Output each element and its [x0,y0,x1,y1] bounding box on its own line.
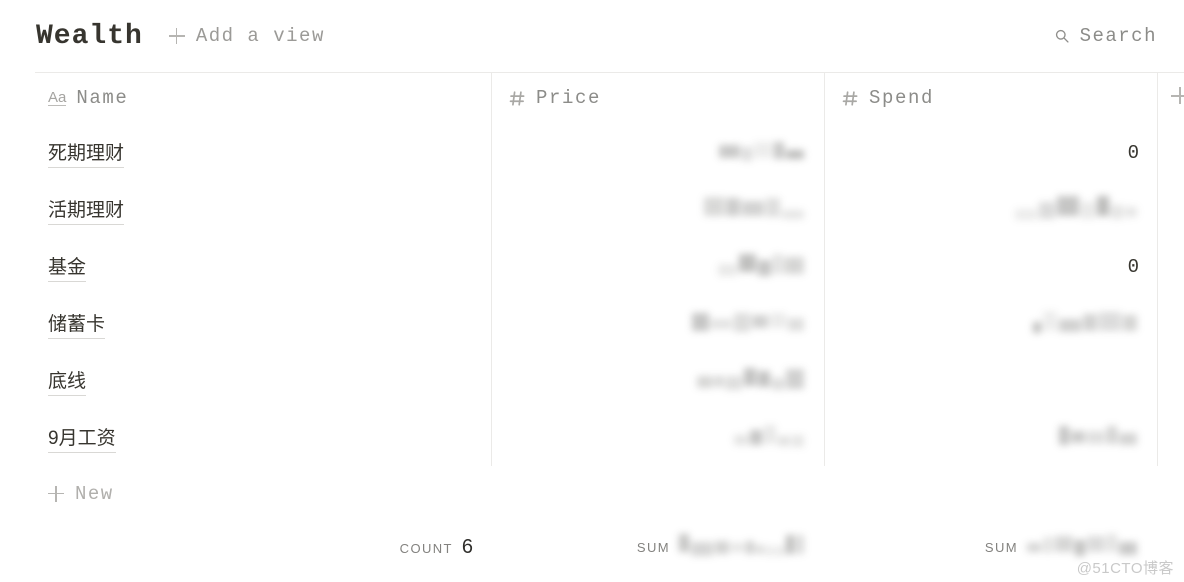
table-row[interactable]: 底线 [35,352,1184,409]
cell-spend[interactable] [824,196,1157,223]
table: Aa Name Price Spend 死期理财 0 活期理财 基金 0 储蓄卡… [35,72,1184,521]
cell-spend[interactable] [824,425,1157,450]
row-title-link[interactable]: 死期理财 [48,138,125,168]
column-header-name[interactable]: Aa Name [35,87,491,109]
cell-name[interactable]: 储蓄卡 [35,309,491,339]
spend-value: 0 [1127,255,1139,278]
row-title-link[interactable]: 储蓄卡 [48,309,106,339]
table-row[interactable]: 储蓄卡 [35,295,1184,352]
redacted-value [704,196,806,223]
search-icon [1055,29,1069,43]
cell-name[interactable]: 基金 [35,252,491,282]
hash-icon [842,90,858,106]
summary-price-sum-label: SUM [636,540,670,556]
summary-count-value: 6 [461,535,473,558]
redacted-value [697,368,806,393]
column-header-spend-label: Spend [869,87,935,109]
table-row[interactable]: 基金 0 [35,238,1184,295]
cell-price[interactable] [491,196,824,223]
cell-price[interactable] [491,368,824,393]
summary-count-label: COUNT [399,540,453,556]
cell-spend[interactable]: 0 [824,142,1157,164]
add-view-label: Add a view [195,25,325,47]
row-title-link[interactable]: 基金 [48,252,87,282]
hash-icon [509,90,525,106]
cell-spend[interactable]: 0 [824,256,1157,278]
new-row-button[interactable]: New [35,466,1184,521]
redacted-value [719,141,806,164]
redacted-value [1059,425,1139,450]
redacted-value [734,425,806,450]
table-header-row: Aa Name Price Spend [35,72,1184,124]
summary-price-sum-value [679,534,806,560]
redacted-value [1033,310,1139,337]
add-column-button[interactable] [1157,87,1184,109]
text-aa-icon: Aa [48,89,67,106]
plus-icon [1171,87,1184,104]
summary-spend-sum[interactable]: SUM [824,534,1157,560]
search-label: Search [1079,25,1157,47]
column-header-spend[interactable]: Spend [824,87,1157,109]
table-row[interactable]: 9月工资 [35,409,1184,466]
plus-icon [168,28,185,44]
page-title: Wealth [36,20,143,52]
cell-name[interactable]: 底线 [35,366,491,396]
cell-price[interactable] [491,141,824,164]
cell-price[interactable] [491,425,824,450]
row-title-link[interactable]: 9月工资 [48,423,116,453]
summary-price-sum[interactable]: SUM [491,534,824,560]
search-button[interactable]: Search [1054,25,1157,47]
column-header-name-label: Name [76,87,129,109]
cell-price[interactable] [491,312,824,335]
summary-count[interactable]: COUNT 6 [35,536,491,559]
summary-bar: COUNT 6 SUM SUM [35,521,1184,573]
spend-value: 0 [1127,141,1139,164]
column-header-price-label: Price [536,87,602,109]
add-view-button[interactable]: Add a view [168,25,325,47]
table-body: 死期理财 0 活期理财基金 0 储蓄卡底线 9月工资 [35,124,1184,466]
cell-spend[interactable] [824,310,1157,337]
redacted-value [1027,534,1139,560]
column-header-price[interactable]: Price [491,87,824,109]
cell-name[interactable]: 死期理财 [35,138,491,168]
top-bar: Wealth Add a view Search [0,0,1184,72]
plus-icon [48,485,64,502]
cell-price[interactable] [491,254,824,279]
row-title-link[interactable]: 活期理财 [48,195,125,225]
redacted-value [679,534,806,560]
table-row[interactable]: 活期理财 [35,181,1184,238]
redacted-value [692,312,806,335]
summary-spend-sum-label: SUM [984,540,1018,556]
cell-name[interactable]: 9月工资 [35,423,491,453]
redacted-value [718,254,806,279]
summary-spend-sum-value [1027,534,1139,560]
row-title-link[interactable]: 底线 [48,366,87,396]
new-row-label: New [75,482,114,505]
cell-name[interactable]: 活期理财 [35,195,491,225]
redacted-value [1015,196,1139,223]
table-row[interactable]: 死期理财 0 [35,124,1184,181]
